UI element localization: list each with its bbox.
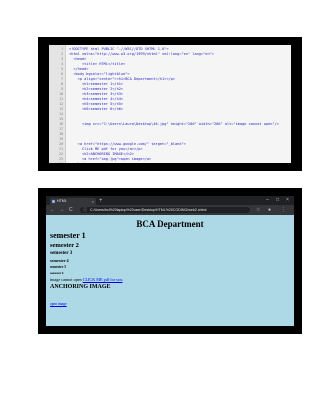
heading-semester-6: semester 6 bbox=[50, 271, 64, 275]
heading-semester-1: semester 1 bbox=[50, 231, 86, 240]
tab-title: HTML bbox=[57, 199, 67, 203]
forward-button[interactable]: → bbox=[59, 206, 64, 214]
tab-strip: HTML × + – □ × bbox=[46, 196, 294, 205]
profile-avatar-icon[interactable]: ● bbox=[268, 206, 271, 214]
address-bar[interactable]: ⓘ C:/Users/hcl%20laptop%20user/Desktop/H… bbox=[80, 207, 250, 213]
browser-menu-icon[interactable]: ⋮ bbox=[281, 206, 286, 214]
code-line: 24 </body> bbox=[49, 162, 291, 163]
bookmark-star-icon[interactable]: ☆ bbox=[256, 206, 260, 214]
editor-screenshot-frame: 1 <!DOCTYPE html PUBLIC "-//W3C//DTD XHTM… bbox=[38, 37, 302, 171]
code-lines: 1 <!DOCTYPE html PUBLIC "-//W3C//DTD XHTM… bbox=[49, 47, 291, 163]
browser-window: HTML × + – □ × ← → C ⓘ C:/Users/hcl%20la… bbox=[46, 196, 294, 326]
browser-toolbar: ← → C ⓘ C:/Users/hcl%20laptop%20user/Des… bbox=[46, 205, 294, 215]
browser-screenshot-frame: HTML × + – □ × ← → C ⓘ C:/Users/hcl%20la… bbox=[38, 188, 302, 334]
close-window-button[interactable]: × bbox=[286, 197, 289, 204]
minimize-button[interactable]: – bbox=[266, 197, 269, 204]
new-tab-button[interactable]: + bbox=[99, 197, 103, 205]
browser-tab[interactable]: HTML × bbox=[50, 198, 96, 205]
anchoring-image-heading: ANCHORING IMAGE bbox=[50, 284, 111, 290]
click-me-link[interactable]: CLICK ME pdf for you bbox=[83, 277, 123, 282]
open-image-link[interactable]: open image bbox=[50, 302, 67, 306]
page-heading-bca: BCA Department bbox=[136, 219, 204, 229]
code-text: </body> bbox=[69, 162, 289, 163]
line-number: 24 bbox=[50, 162, 63, 163]
heading-semester-5: semester 5 bbox=[50, 265, 66, 269]
file-info-icon: ⓘ bbox=[83, 207, 87, 212]
heading-semester-2: semester 2 bbox=[50, 242, 79, 249]
address-url: C:/Users/hcl%20laptop%20user/Desktop/HTM… bbox=[90, 208, 207, 212]
maximize-button[interactable]: □ bbox=[276, 197, 279, 204]
image-and-link-line: image cannot open CLICK ME pdf for you bbox=[50, 277, 290, 282]
tab-close-icon[interactable]: × bbox=[92, 198, 94, 205]
broken-image-alt-text: image cannot open bbox=[50, 277, 82, 282]
code-editor[interactable]: 1 <!DOCTYPE html PUBLIC "-//W3C//DTD XHTM… bbox=[49, 45, 291, 163]
page-viewport: BCA Department semester 1 semester 2 sem… bbox=[46, 215, 294, 326]
page-favicon-icon bbox=[52, 200, 55, 203]
heading-semester-4: semester 4 bbox=[50, 258, 69, 263]
reload-button[interactable]: C bbox=[69, 206, 73, 214]
heading-semester-3: semester 3 bbox=[50, 251, 73, 256]
back-button[interactable]: ← bbox=[50, 206, 55, 214]
